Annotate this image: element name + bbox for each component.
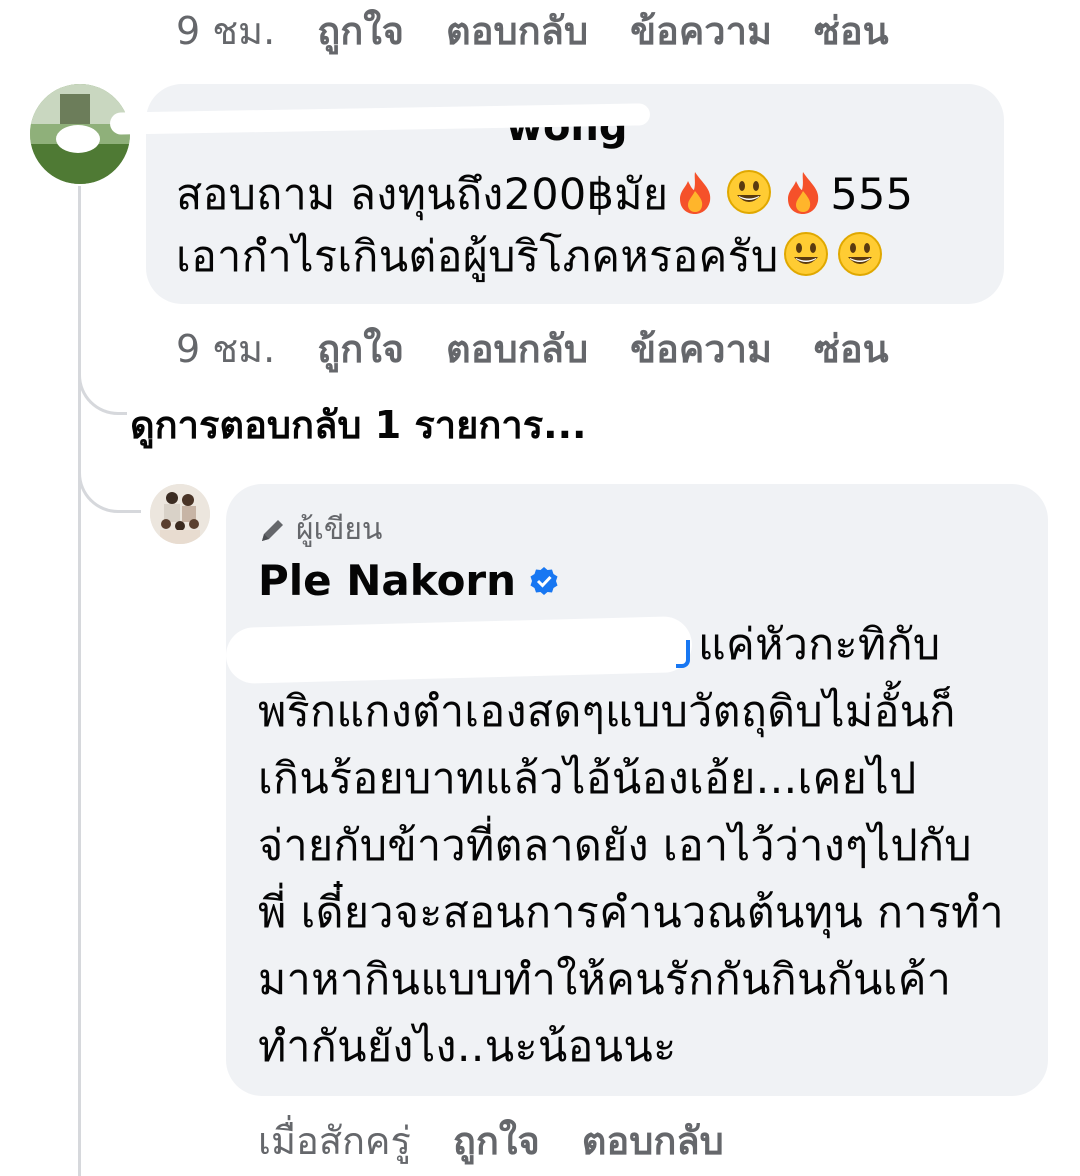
- grinning-emoji-icon: [783, 232, 828, 276]
- comment-text: สอบถาม ลงทุนถึง200฿มัย 555 เอากำไรเกินต่อ…: [176, 170, 914, 282]
- timestamp: 9 ชม.: [176, 9, 276, 53]
- grinning-emoji-icon: [727, 170, 772, 214]
- reply-button[interactable]: ตอบกลับ: [446, 318, 588, 379]
- like-button[interactable]: ถูกใจ: [453, 1110, 540, 1171]
- reply-button[interactable]: ตอบกลับ: [582, 1110, 724, 1171]
- timestamp: เมื่อสักครู่: [258, 1119, 411, 1163]
- fire-emoji-icon: [680, 172, 711, 214]
- mention-fragment: [676, 640, 690, 668]
- previous-comment-actions: 9 ชม. ถูกใจ ตอบกลับ ข้อความ ซ่อน: [176, 0, 889, 61]
- avatar-photo: [150, 484, 210, 544]
- author-badge: ผู้เขียน: [258, 506, 382, 553]
- hide-button[interactable]: ซ่อน: [814, 318, 889, 379]
- reply-text: แค่หัวกะทิกับ พริกแกงตำเองสดๆแบบวัตถุดิบ…: [258, 620, 1004, 1072]
- reply-author-name[interactable]: Ple Nakorn: [258, 556, 560, 605]
- avatar[interactable]: [30, 84, 130, 184]
- thread-line: [78, 186, 81, 1176]
- avatar-photo: [30, 84, 130, 184]
- reply-actions: เมื่อสักครู่ ถูกใจ ตอบกลับ: [258, 1110, 724, 1171]
- like-button[interactable]: ถูกใจ: [317, 0, 404, 61]
- grinning-emoji-icon: [837, 232, 882, 276]
- verified-badge-icon: [530, 566, 558, 595]
- fire-emoji-icon: [788, 172, 819, 214]
- timestamp: 9 ชม.: [176, 327, 276, 371]
- comment-actions: 9 ชม. ถูกใจ ตอบกลับ ข้อความ ซ่อน: [176, 318, 889, 379]
- reply-button[interactable]: ตอบกลับ: [446, 0, 588, 61]
- pencil-icon: [262, 519, 283, 541]
- thread-connector-reply: [78, 460, 141, 513]
- view-replies-link[interactable]: ดูการตอบกลับ 1 รายการ...: [130, 394, 586, 455]
- thread-connector: [78, 360, 127, 415]
- message-button[interactable]: ข้อความ: [630, 0, 772, 61]
- like-button[interactable]: ถูกใจ: [317, 318, 404, 379]
- reply-avatar[interactable]: [150, 484, 210, 544]
- hide-button[interactable]: ซ่อน: [814, 0, 889, 61]
- message-button[interactable]: ข้อความ: [630, 318, 772, 379]
